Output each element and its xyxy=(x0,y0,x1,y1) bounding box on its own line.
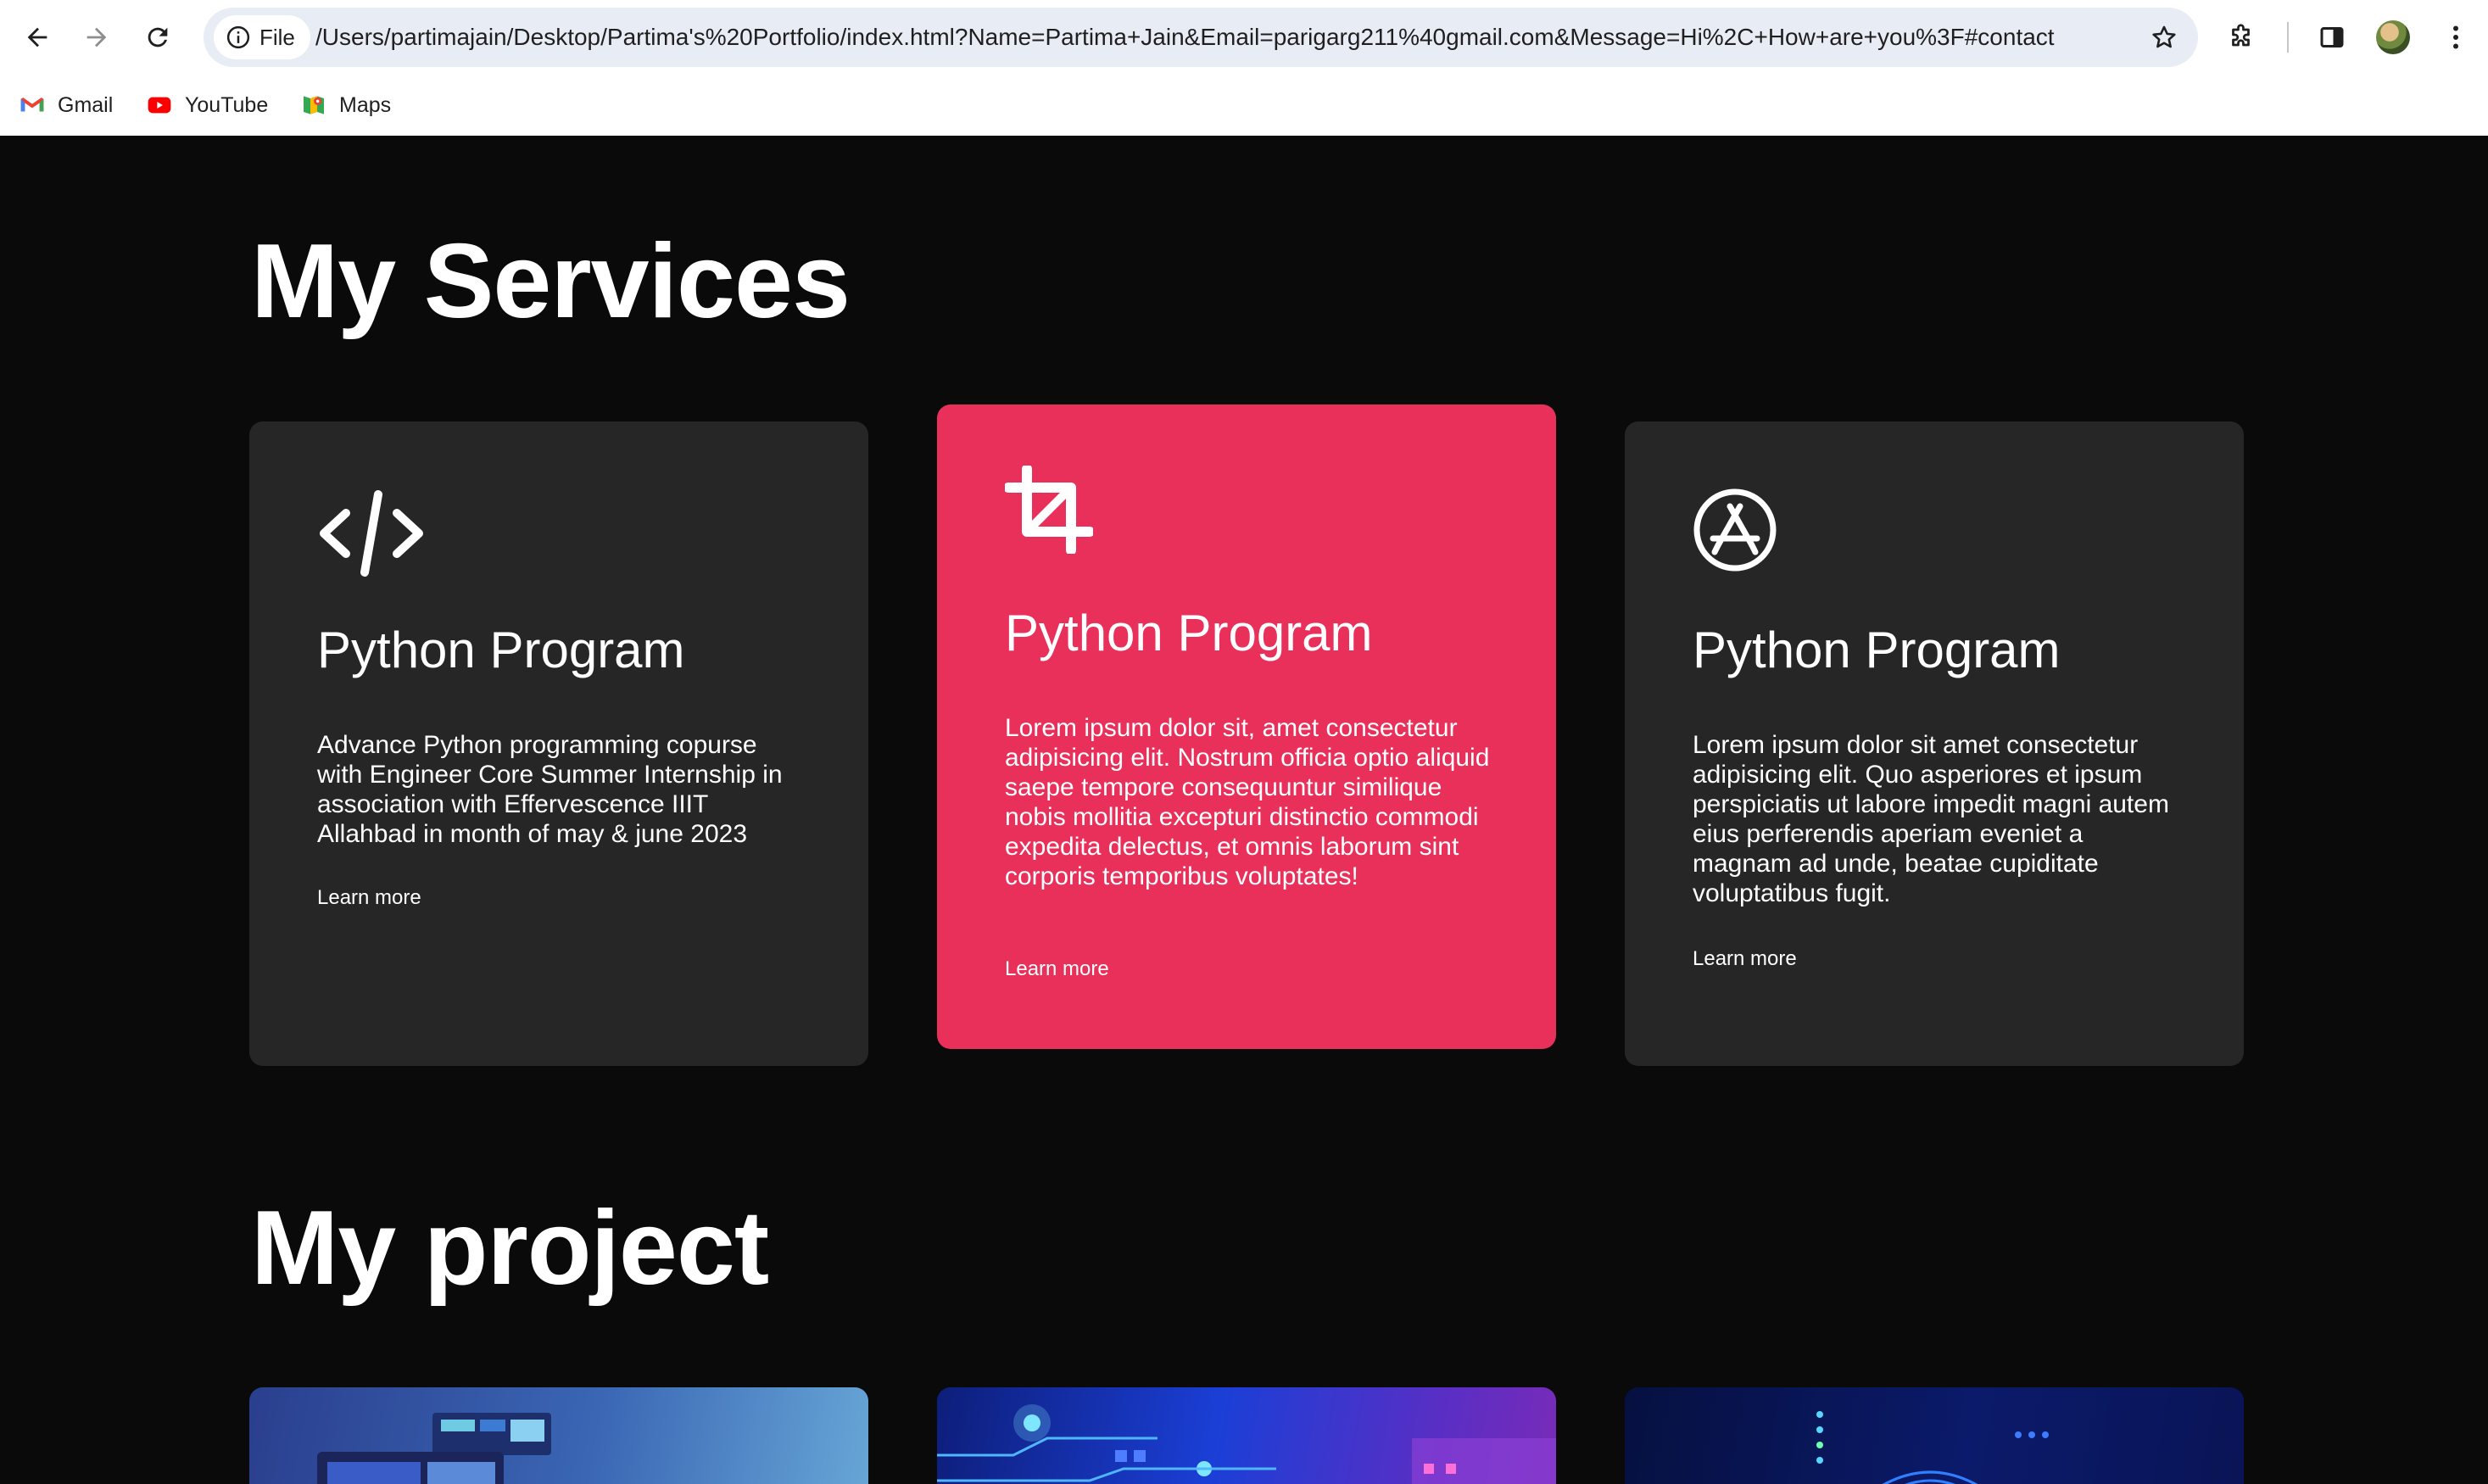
service-card-description: Lorem ipsum dolor sit amet consectetur a… xyxy=(1693,731,2169,907)
url-text[interactable]: /Users/partimajain/Desktop/Partima's%20P… xyxy=(315,8,2122,67)
project-image[interactable] xyxy=(249,1387,868,1484)
extensions-button[interactable] xyxy=(2220,15,2264,59)
star-icon xyxy=(2152,25,2176,48)
youtube-icon xyxy=(148,97,171,114)
back-button[interactable] xyxy=(15,15,59,59)
info-icon xyxy=(226,25,250,49)
learn-more-link[interactable]: Learn more xyxy=(1005,957,1109,981)
project-image[interactable] xyxy=(1625,1387,2244,1484)
laptop-illustration xyxy=(317,1413,551,1484)
portfolio-page: My Services Python Program Advance Pytho… xyxy=(0,136,2488,1484)
profile-avatar[interactable] xyxy=(2376,20,2410,54)
service-card: Python Program Advance Python programmin… xyxy=(249,421,868,1066)
arrow-left-icon xyxy=(27,27,47,47)
forward-button[interactable] xyxy=(75,15,119,59)
service-card-title: Python Program xyxy=(1693,622,2061,678)
crop-icon xyxy=(1003,464,1095,558)
reload-button[interactable] xyxy=(136,15,180,59)
service-card-title: Python Program xyxy=(1005,605,1373,661)
side-panel-button[interactable] xyxy=(2310,15,2354,59)
site-info-chip[interactable]: File xyxy=(214,15,310,59)
toolbar-divider xyxy=(2287,22,2289,53)
circuit-illustration xyxy=(937,1404,1556,1484)
app-store-icon xyxy=(1693,488,1777,577)
learn-more-link[interactable]: Learn more xyxy=(1693,947,1797,971)
side-panel-icon xyxy=(2320,27,2344,47)
maps-icon xyxy=(304,96,324,114)
bookmark-star-button[interactable] xyxy=(2142,15,2186,59)
more-vertical-icon xyxy=(2453,25,2458,49)
site-info-label: File xyxy=(259,24,295,50)
bookmark-youtube[interactable]: YouTube xyxy=(146,85,268,126)
learn-more-link[interactable]: Learn more xyxy=(317,886,421,910)
arrow-right-icon xyxy=(86,27,107,47)
bookmark-label: Maps xyxy=(339,92,392,117)
reload-icon xyxy=(148,27,168,47)
browser-menu-button[interactable] xyxy=(2434,15,2478,59)
projects-heading: My project xyxy=(251,1190,769,1307)
network-illustration xyxy=(1816,1411,2049,1484)
bookmark-label: Gmail xyxy=(58,92,114,117)
address-bar[interactable]: File /Users/partimajain/Desktop/Partima'… xyxy=(204,8,2198,67)
bookmark-maps[interactable]: Maps xyxy=(300,85,391,126)
services-heading: My Services xyxy=(251,223,851,340)
service-card: Python Program Lorem ipsum dolor sit ame… xyxy=(1625,421,2244,1066)
puzzle-icon xyxy=(2232,24,2250,47)
bookmark-label: YouTube xyxy=(185,92,269,117)
service-card-description: Advance Python programming copurse with … xyxy=(317,731,783,848)
service-card-featured: Python Program Lorem ipsum dolor sit, am… xyxy=(937,404,1556,1049)
code-icon xyxy=(317,488,426,583)
service-card-description: Lorem ipsum dolor sit, amet consectetur … xyxy=(1005,714,1490,890)
gmail-icon xyxy=(20,98,44,112)
service-card-title: Python Program xyxy=(317,622,685,678)
project-image[interactable] xyxy=(937,1387,1556,1484)
bookmark-gmail[interactable]: Gmail xyxy=(19,85,113,126)
browser-chrome: File /Users/partimajain/Desktop/Partima'… xyxy=(0,0,2488,136)
bookmarks-bar: Gmail YouTube Maps xyxy=(0,85,2488,126)
browser-toolbar: File /Users/partimajain/Desktop/Partima'… xyxy=(0,0,2488,75)
